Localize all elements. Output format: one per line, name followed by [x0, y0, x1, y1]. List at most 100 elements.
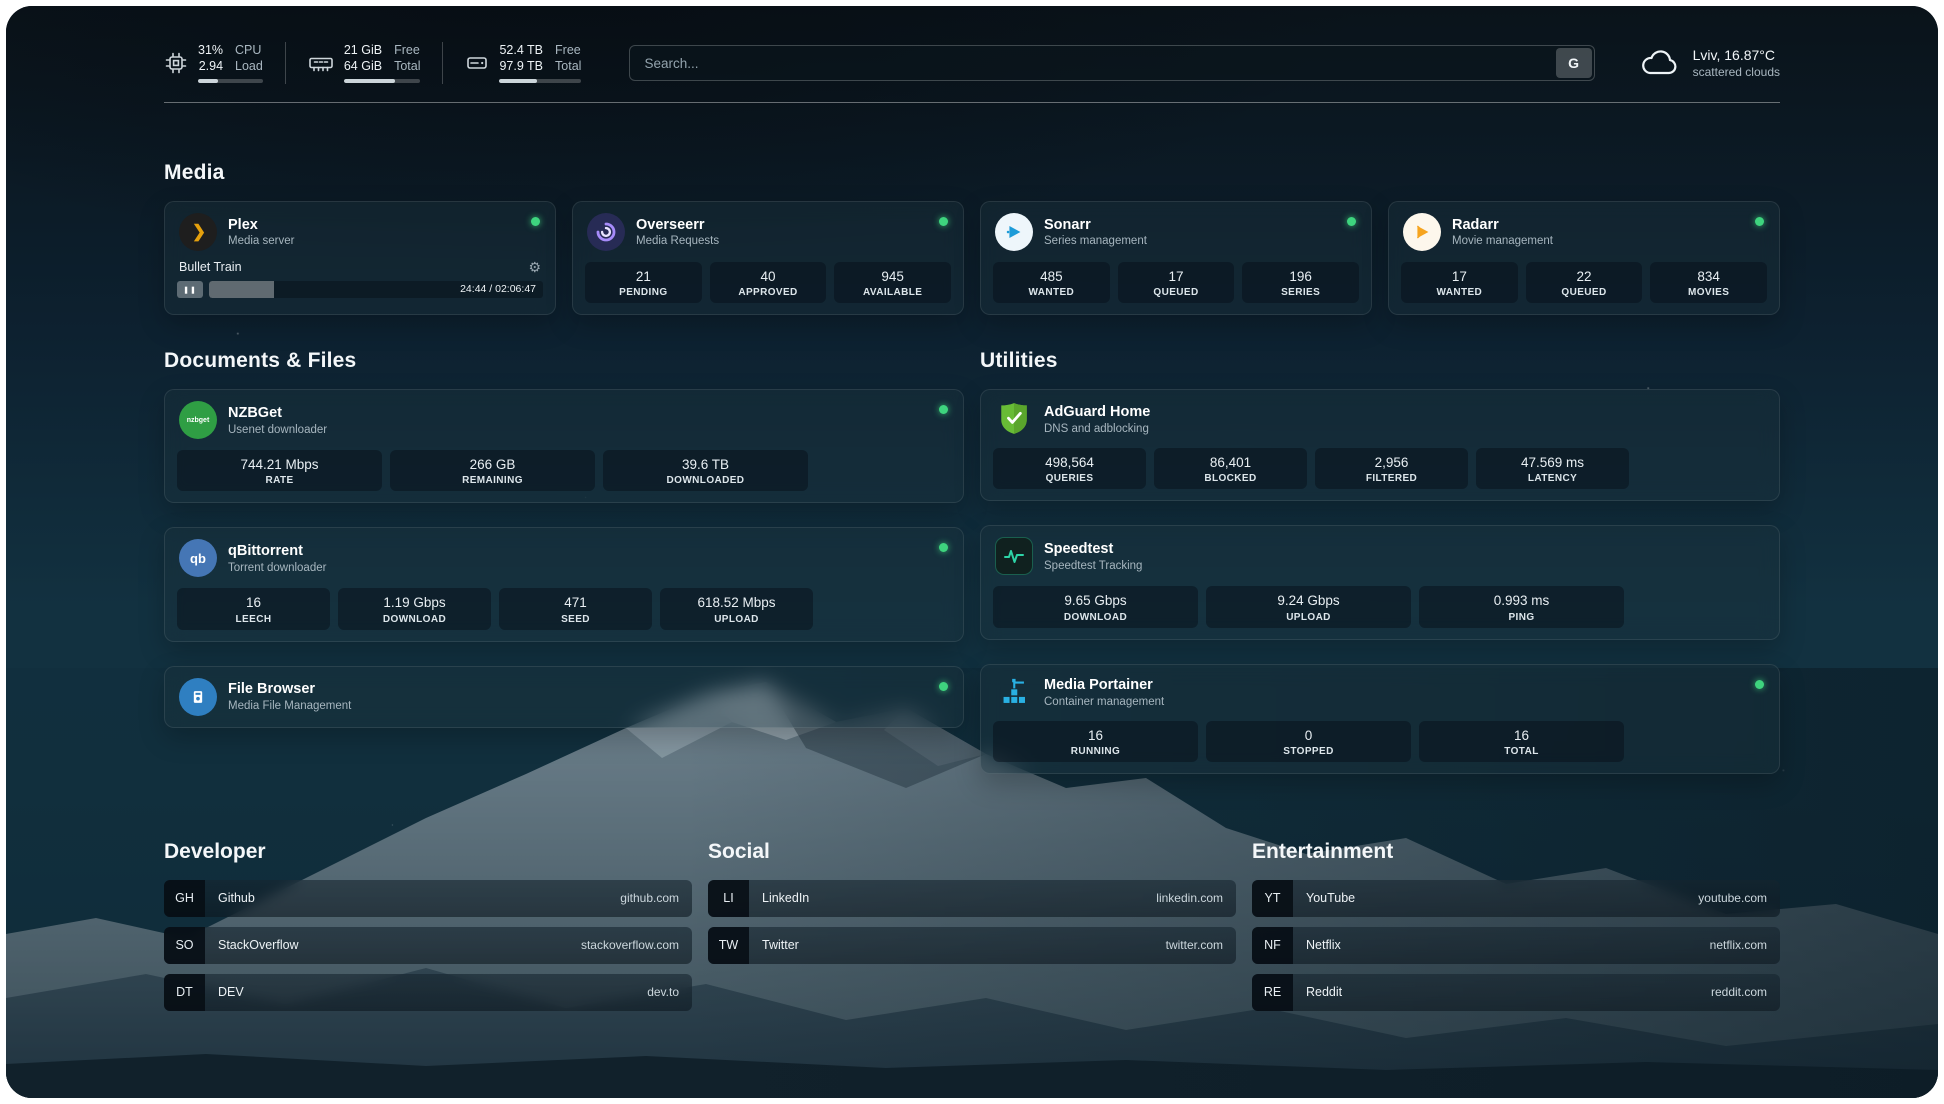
service-card-adguard[interactable]: AdGuard Home DNS and adblocking 498,564 …	[980, 389, 1780, 501]
cpu-icon	[164, 51, 188, 75]
sonarr-icon	[995, 213, 1033, 251]
stat-value: 196	[1246, 268, 1355, 286]
topbar-divider	[164, 102, 1780, 103]
bookmark-netflix[interactable]: NF Netflix netflix.com	[1252, 927, 1780, 964]
bookmark-stackoverflow[interactable]: SO StackOverflow stackoverflow.com	[164, 927, 692, 964]
stat-value: 40	[714, 268, 823, 286]
portainer-icon	[995, 676, 1033, 710]
pause-button[interactable]: ❚❚	[177, 281, 203, 298]
status-dot	[939, 682, 948, 691]
now-playing-title: Bullet Train	[179, 260, 242, 274]
stat-label: RUNNING	[997, 746, 1194, 757]
stat-value: 86,401	[1158, 454, 1303, 472]
bookmark-name: Reddit	[1306, 985, 1342, 999]
stat-value: 266 GB	[394, 456, 591, 474]
bookmark-twitter[interactable]: TW Twitter twitter.com	[708, 927, 1236, 964]
stat-downloaded: 39.6 TB DOWNLOADED	[603, 450, 808, 491]
disk-icon	[465, 51, 489, 75]
stat-label: PING	[1423, 612, 1620, 623]
status-dot	[939, 217, 948, 226]
stat-label: QUEUED	[1122, 287, 1231, 298]
stat-queued: 17 QUEUED	[1118, 262, 1235, 303]
search-input[interactable]	[629, 45, 1594, 81]
bookmark-abbr: YT	[1252, 880, 1293, 917]
stat-upload: 9.24 Gbps UPLOAD	[1206, 586, 1411, 627]
service-card-speedtest[interactable]: Speedtest Speedtest Tracking 9.65 Gbps D…	[980, 525, 1780, 639]
stat-label: APPROVED	[714, 287, 823, 298]
qbittorrent-icon: qb	[179, 539, 217, 577]
stat-value: 17	[1122, 268, 1231, 286]
bookmark-dev[interactable]: DT DEV dev.to	[164, 974, 692, 1011]
dashboard-window: 31% CPU 2.94 Load	[6, 6, 1938, 1098]
stat-available: 945 AVAILABLE	[834, 262, 951, 303]
memory-total-value: 64 GiB	[344, 59, 382, 75]
stat-label: MOVIES	[1654, 287, 1763, 298]
stat-value: 21	[589, 268, 698, 286]
stat-label: STOPPED	[1210, 746, 1407, 757]
service-card-sonarr[interactable]: Sonarr Series management 485 WANTED 17 Q…	[980, 201, 1372, 315]
stat-label: AVAILABLE	[838, 287, 947, 298]
cpu-label-1: CPU	[235, 43, 263, 59]
search-provider-button[interactable]: G	[1556, 48, 1592, 78]
stat-label: DOWNLOAD	[997, 612, 1194, 623]
service-card-filebrowser[interactable]: File Browser Media File Management	[164, 666, 964, 728]
overseerr-icon	[587, 213, 625, 251]
bookmark-github[interactable]: GH Github github.com	[164, 880, 692, 917]
bookmark-name: Github	[218, 891, 255, 905]
stat-value: 0	[1210, 727, 1407, 745]
service-card-nzbget[interactable]: nzbget NZBGet Usenet downloader 744.21 M…	[164, 389, 964, 503]
stat-label: FILTERED	[1319, 473, 1464, 484]
stat-label: PENDING	[589, 287, 698, 298]
bookmark-group-title-entertainment: Entertainment	[1252, 840, 1780, 864]
weather-location: Lviv, 16.87°C	[1693, 47, 1780, 63]
bookmark-linkedin[interactable]: LI LinkedIn linkedin.com	[708, 880, 1236, 917]
stat-leech: 16 LEECH	[177, 588, 330, 629]
bookmark-url: netflix.com	[1710, 938, 1767, 952]
service-card-portainer[interactable]: Media Portainer Container management 16 …	[980, 664, 1780, 774]
stat-value: 22	[1530, 268, 1639, 286]
stat-label: TOTAL	[1423, 746, 1620, 757]
bookmark-abbr: NF	[1252, 927, 1293, 964]
bookmark-name: YouTube	[1306, 891, 1355, 905]
cpu-widget: 31% CPU 2.94 Load	[164, 43, 263, 83]
playback-progress-bar[interactable]: 24:44 / 02:06:47	[209, 281, 543, 298]
service-card-overseerr[interactable]: Overseerr Media Requests 21 PENDING 40 A…	[572, 201, 964, 315]
cpu-label-2: Load	[235, 59, 263, 75]
bookmarks-section: Developer GH Github github.com SO StackO…	[164, 840, 1780, 1061]
stat-value: 618.52 Mbps	[664, 594, 809, 612]
stat-label: QUEUED	[1530, 287, 1639, 298]
stat-queued: 22 QUEUED	[1526, 262, 1643, 303]
service-subtitle: Series management	[1044, 235, 1147, 247]
disk-widget: 52.4 TB Free 97.9 TB Total	[465, 43, 581, 83]
service-subtitle: Usenet downloader	[228, 424, 327, 436]
stat-label: RATE	[181, 475, 378, 486]
disk-total-value: 97.9 TB	[499, 59, 543, 75]
bookmark-url: dev.to	[647, 985, 679, 999]
memory-widget: 21 GiB Free 64 GiB Total	[308, 43, 421, 83]
service-card-radarr[interactable]: Radarr Movie management 17 WANTED 22 QUE…	[1388, 201, 1780, 315]
service-subtitle: Media File Management	[228, 700, 351, 712]
service-card-qbittorrent[interactable]: qb qBittorrent Torrent downloader 16 LEE…	[164, 527, 964, 641]
settings-gear-icon[interactable]: ⚙	[528, 260, 541, 274]
bookmark-name: LinkedIn	[762, 891, 809, 905]
top-bar: 31% CPU 2.94 Load	[164, 42, 1780, 84]
stat-label: REMAINING	[394, 475, 591, 486]
stat-label: SERIES	[1246, 287, 1355, 298]
bookmark-url: github.com	[620, 891, 679, 905]
bookmark-youtube[interactable]: YT YouTube youtube.com	[1252, 880, 1780, 917]
stat-label: WANTED	[1405, 287, 1514, 298]
cpu-usage-bar	[198, 79, 263, 83]
service-subtitle: DNS and adblocking	[1044, 423, 1150, 435]
bookmark-reddit[interactable]: RE Reddit reddit.com	[1252, 974, 1780, 1011]
memory-label-2: Total	[394, 59, 420, 75]
status-dot	[1755, 217, 1764, 226]
stat-ping: 0.993 ms PING	[1419, 586, 1624, 627]
service-card-plex[interactable]: ❯ Plex Media server Bullet Train ⚙ ❚❚ 24…	[164, 201, 556, 315]
filebrowser-icon	[179, 678, 217, 716]
memory-icon	[308, 51, 334, 75]
stat-movies: 834 MOVIES	[1650, 262, 1767, 303]
status-dot	[1347, 217, 1356, 226]
bookmark-abbr: RE	[1252, 974, 1293, 1011]
stat-value: 9.24 Gbps	[1210, 592, 1407, 610]
stat-label: DOWNLOAD	[342, 614, 487, 625]
